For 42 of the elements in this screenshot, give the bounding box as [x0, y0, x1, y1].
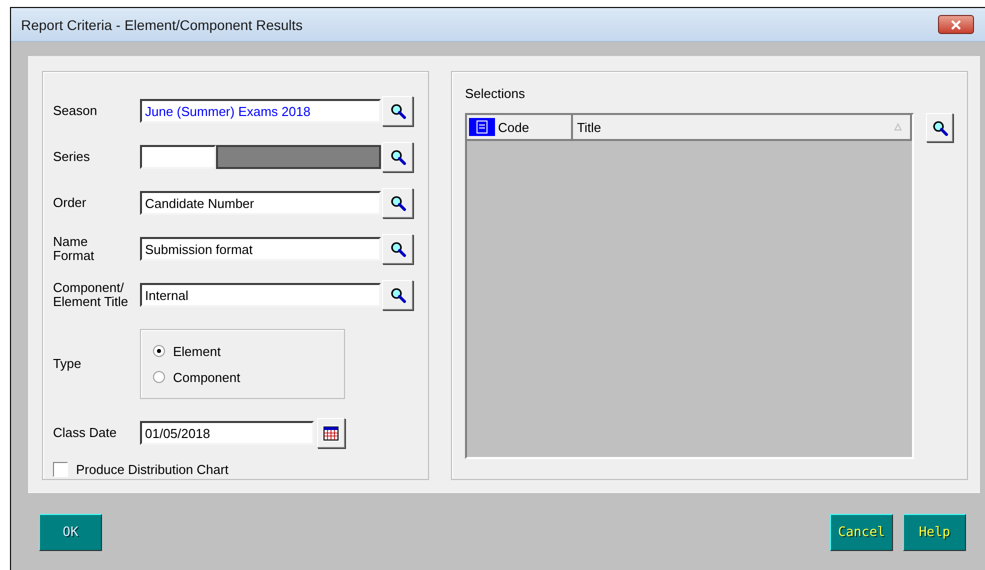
search-icon [390, 149, 406, 165]
field-label: Class Date [53, 426, 118, 440]
section-title: Selections [465, 86, 526, 103]
field-label: Series [53, 150, 91, 164]
lookup-button[interactable] [926, 113, 953, 142]
lookup-button[interactable] [382, 96, 413, 126]
input-field[interactable]: Internal [140, 283, 381, 307]
lookup-button[interactable] [382, 234, 413, 264]
column-header[interactable]: Title [573, 115, 912, 139]
date-field[interactable]: 01/05/2018 [140, 421, 314, 445]
dialog-button[interactable]: OK [39, 514, 102, 551]
radio-option[interactable]: Element [153, 344, 344, 358]
list-icon [469, 118, 495, 136]
input-field[interactable]: Candidate Number [140, 191, 381, 215]
calendar-icon [323, 425, 339, 441]
search-icon [390, 287, 406, 303]
input-field[interactable] [140, 145, 216, 169]
close-icon [951, 20, 961, 30]
search-icon [390, 195, 406, 211]
field-label: Order [53, 196, 88, 210]
search-icon [390, 103, 406, 119]
close-button[interactable] [938, 15, 974, 34]
field-label: Component/ Element Title [53, 281, 130, 309]
search-icon [932, 120, 948, 136]
lookup-button[interactable] [382, 188, 413, 218]
window-title: Report Criteria - Element/Component Results [21, 16, 303, 32]
field-label: Name Format [53, 235, 96, 263]
lookup-button[interactable] [382, 280, 413, 310]
calendar-button[interactable] [317, 418, 345, 448]
sort-icon [894, 123, 902, 131]
dialog-button[interactable]: Help [903, 514, 966, 551]
input-field[interactable]: Submission format [140, 237, 381, 261]
lookup-button[interactable] [382, 142, 413, 172]
checkbox[interactable] [53, 462, 68, 477]
radio-option[interactable]: Component [153, 370, 344, 384]
checkbox-label[interactable]: Produce Distribution Chart [76, 462, 228, 477]
search-icon [390, 241, 406, 257]
input-field[interactable]: June (Summer) Exams 2018 [140, 99, 381, 123]
dialog-button[interactable]: Cancel [830, 514, 893, 551]
field-label: Season [53, 104, 98, 118]
column-header[interactable]: Code [467, 115, 573, 139]
field-label: Type [53, 357, 82, 371]
